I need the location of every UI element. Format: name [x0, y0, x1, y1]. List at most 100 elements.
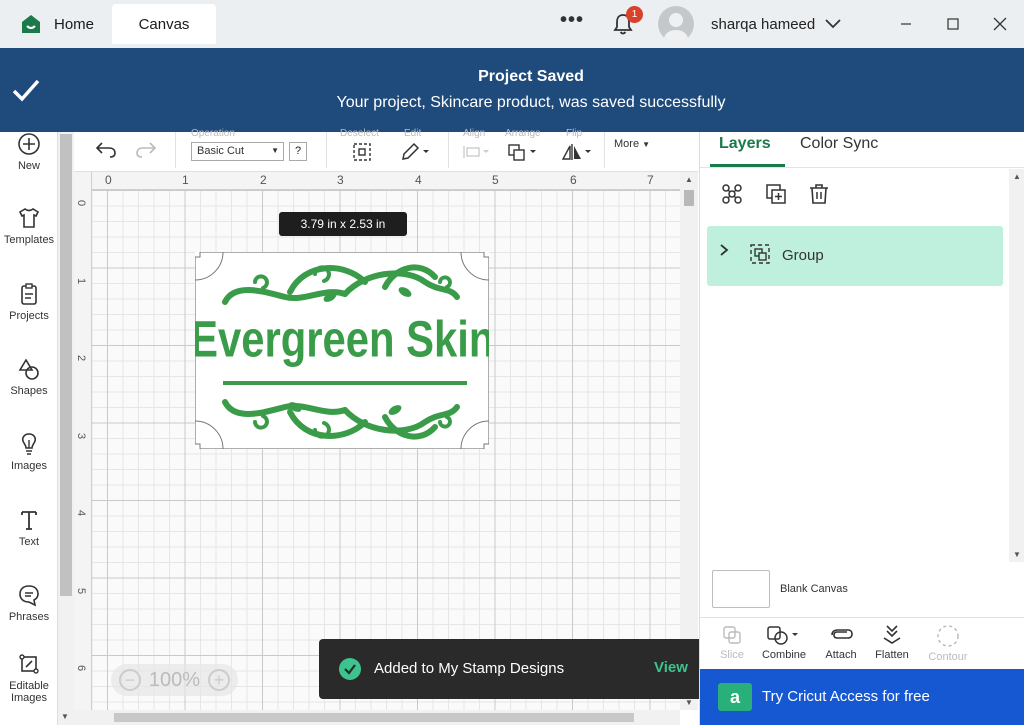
left-sidebar: New Templates Projects Shapes Images Tex… — [0, 132, 58, 725]
sidebar-item-label: Phrases — [8, 611, 50, 623]
blank-canvas-label: Blank Canvas — [780, 583, 848, 595]
scrollbar-thumb[interactable] — [684, 190, 694, 206]
contour-icon — [937, 625, 959, 647]
arrange-label: Arrange — [505, 128, 541, 139]
zoom-out-button[interactable]: − — [119, 669, 141, 691]
toolbar-divider — [175, 132, 176, 168]
group-layer-icon — [750, 244, 770, 264]
layer-group-row[interactable]: Group — [707, 226, 1003, 286]
flatten-button[interactable]: Flatten — [862, 618, 922, 661]
operation-help-button[interactable]: ? — [289, 142, 307, 161]
shapes-icon — [18, 358, 39, 380]
evergreen-skin-design[interactable]: Evergreen Skin — [195, 252, 489, 449]
caret-down-icon: ▼ — [271, 146, 279, 155]
sidebar-item-new[interactable]: New — [0, 132, 58, 172]
cricut-access-icon: a — [718, 683, 752, 711]
ruler-vertical: 0 1 2 3 4 5 6 — [74, 172, 92, 710]
sidebar-item-label: New — [17, 160, 40, 172]
ruler-tick-label: 0 — [105, 173, 112, 187]
canvas-vertical-scrollbar[interactable]: ▲ ▼ — [680, 172, 698, 710]
sidebar-item-shapes[interactable]: Shapes — [0, 357, 58, 397]
user-menu[interactable]: sharqa hameed — [711, 0, 841, 48]
edit-toolbar: Operation Basic Cut ▼ ? Deselect Edit Al… — [74, 128, 698, 172]
flatten-icon — [883, 625, 901, 644]
sidebar-item-label: Editable Images — [9, 680, 49, 704]
sidebar-scrollbar[interactable]: ▼ — [58, 132, 74, 725]
scroll-down-arrow-icon[interactable]: ▼ — [685, 698, 693, 707]
notification-badge: 1 — [626, 6, 643, 23]
deselect-label: Deselect — [340, 128, 379, 139]
toast-notification: Added to My Stamp Designs View — [319, 639, 706, 699]
caret-down-icon: ▼ — [642, 140, 651, 149]
maximize-button[interactable] — [947, 0, 959, 48]
minimize-button[interactable] — [900, 0, 912, 48]
duplicate-icon[interactable] — [764, 182, 788, 206]
zoom-level: 100% — [148, 668, 201, 691]
ruler-tick-label: 4 — [75, 509, 88, 517]
sidebar-item-images[interactable]: Images — [0, 432, 58, 472]
tab-canvas[interactable]: Canvas — [112, 4, 216, 44]
close-window-button[interactable] — [993, 0, 1007, 48]
group-ungroup-icon[interactable] — [720, 182, 744, 206]
sidebar-item-label: Projects — [9, 310, 49, 322]
combine-label: Combine — [761, 649, 807, 661]
scroll-down-arrow-icon[interactable]: ▼ — [61, 712, 69, 721]
arrange-icon[interactable] — [507, 142, 539, 162]
sidebar-item-editable-images[interactable]: Editable Images — [0, 652, 58, 704]
ruler-tick-label: 5 — [492, 173, 499, 187]
slice-button[interactable]: Slice — [702, 618, 762, 661]
layers-scrollbar[interactable]: ▲ ▼ — [1009, 169, 1024, 562]
scrollbar-thumb[interactable] — [60, 134, 72, 596]
ruler-tick-label: 7 — [647, 173, 654, 187]
more-button[interactable]: More ▼ — [614, 138, 650, 150]
sidebar-item-projects[interactable]: Projects — [0, 282, 58, 322]
minimize-icon — [901, 23, 911, 25]
trash-icon[interactable] — [807, 182, 831, 206]
shirt-icon — [18, 208, 40, 228]
maximize-icon — [947, 18, 959, 30]
zoom-in-button[interactable]: + — [208, 669, 230, 691]
ruler-tick-label: 1 — [182, 173, 189, 187]
sidebar-item-label: Shapes — [10, 385, 48, 397]
sidebar-item-phrases[interactable]: Phrases — [0, 583, 58, 623]
title-bar: Home Canvas ••• 1 sharqa hameed — [0, 0, 1024, 48]
blank-canvas-swatch[interactable] — [712, 570, 770, 608]
banner-message: Your project, Skincare product, was save… — [336, 94, 726, 111]
edit-label: Edit — [404, 128, 422, 139]
cricut-home-icon — [22, 15, 40, 33]
scroll-up-arrow-icon[interactable]: ▲ — [685, 175, 693, 184]
deselect-icon[interactable] — [352, 142, 372, 162]
sidebar-item-templates[interactable]: Templates — [0, 206, 58, 246]
ruler-tick-label: 1 — [75, 277, 88, 285]
align-icon[interactable] — [462, 144, 492, 160]
sidebar-item-text[interactable]: Text — [0, 508, 58, 548]
redo-icon[interactable] — [134, 139, 158, 159]
contour-button[interactable]: Contour — [918, 618, 978, 663]
canvas-horizontal-scrollbar[interactable] — [74, 710, 680, 725]
cricut-access-label: Try Cricut Access for free — [762, 688, 930, 705]
ruler-tick-label: 6 — [75, 664, 88, 672]
operation-select[interactable]: Basic Cut ▼ — [191, 142, 284, 161]
pencil-icon[interactable] — [400, 142, 430, 162]
combine-button[interactable]: Combine — [754, 618, 814, 661]
user-avatar[interactable] — [658, 0, 694, 48]
flip-icon[interactable] — [561, 142, 593, 162]
operation-value: Basic Cut — [197, 145, 245, 157]
attach-label: Attach — [825, 649, 857, 661]
scroll-down-arrow-icon[interactable]: ▼ — [1013, 550, 1021, 559]
toast-view-button[interactable]: View — [654, 659, 688, 676]
undo-icon[interactable] — [94, 139, 118, 159]
design-text: Evergreen Skin — [195, 311, 489, 368]
tab-color-sync[interactable]: Color Sync — [800, 135, 878, 153]
tab-layers[interactable]: Layers — [719, 135, 771, 153]
tab-home-label: Home — [54, 15, 95, 33]
scroll-up-arrow-icon[interactable]: ▲ — [1013, 172, 1021, 181]
more-options-button[interactable]: ••• — [560, 0, 584, 44]
cricut-access-banner[interactable]: a Try Cricut Access for free — [700, 669, 1024, 725]
contour-label: Contour — [928, 651, 968, 663]
tab-home[interactable]: Home — [8, 4, 106, 44]
notifications-button[interactable]: 1 — [612, 0, 643, 48]
scrollbar-thumb[interactable] — [114, 713, 634, 722]
chevron-right-icon[interactable] — [719, 243, 729, 257]
ruler-tick-label: 3 — [337, 173, 344, 187]
